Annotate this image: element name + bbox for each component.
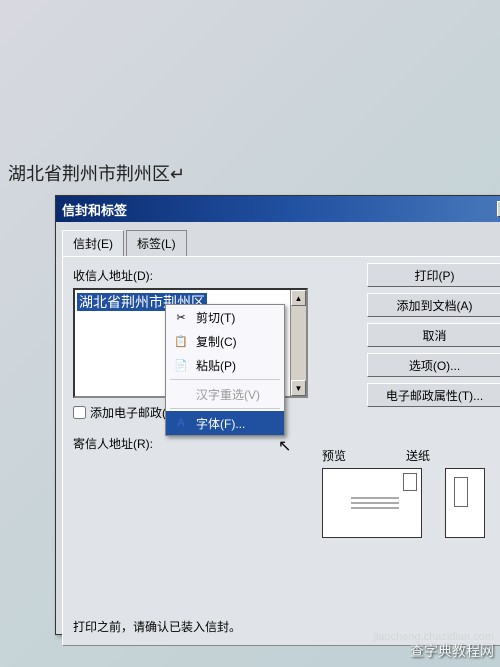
menu-font-label: 字体(F)... xyxy=(196,415,245,432)
postal-properties-button[interactable]: 电子邮政属性(T)... xyxy=(367,383,500,407)
dialog-titlebar[interactable]: 信封和标签 × xyxy=(56,196,500,222)
tabs: 信封(E) 标签(L) xyxy=(62,230,500,256)
menu-reconvert: 汉字重选(V) xyxy=(166,382,284,406)
reconvert-icon xyxy=(172,386,190,402)
cancel-button[interactable]: 取消 xyxy=(367,323,500,347)
cut-icon: ✂ xyxy=(172,309,190,325)
envelope-preview[interactable] xyxy=(322,468,422,538)
scroll-up-icon[interactable]: ▲ xyxy=(291,290,306,306)
paste-icon: 📄 xyxy=(172,357,190,373)
tab-envelope[interactable]: 信封(E) xyxy=(62,230,124,256)
desktop-screen: 湖北省荆州市荆州区↵ 信封和标签 × 信封(E) 标签(L) 收信人地址(D):… xyxy=(0,0,500,667)
menu-cut[interactable]: ✂ 剪切(T) xyxy=(166,305,284,329)
watermark-text: 查字典教程网 xyxy=(410,641,494,661)
feed-label: 送纸 xyxy=(406,447,430,464)
options-button[interactable]: 选项(O)... xyxy=(367,353,500,377)
menu-font[interactable]: A 字体(F)... xyxy=(166,411,284,435)
menu-copy-label: 复制(C) xyxy=(196,333,237,350)
email-checkbox[interactable] xyxy=(73,406,86,419)
document-area: 湖北省荆州市荆州区↵ xyxy=(0,40,500,186)
font-icon: A xyxy=(172,415,190,431)
menu-cut-label: 剪切(T) xyxy=(196,309,235,326)
add-to-document-button[interactable]: 添加到文档(A) xyxy=(367,293,500,317)
menu-paste[interactable]: 📄 粘贴(P) xyxy=(166,353,284,377)
dialog-title: 信封和标签 xyxy=(62,200,497,219)
feed-icon xyxy=(454,477,468,507)
print-button[interactable]: 打印(P) xyxy=(367,263,500,287)
tab-labels[interactable]: 标签(L) xyxy=(126,230,187,256)
context-menu: ✂ 剪切(T) 📋 复制(C) 📄 粘贴(P) 汉字重选(V) A 字体(F).… xyxy=(165,304,285,436)
button-column: 打印(P) 添加到文档(A) 取消 选项(O)... 电子邮政属性(T)... xyxy=(367,263,500,413)
preview-area: 预览 送纸 xyxy=(322,447,500,541)
menu-paste-label: 粘贴(P) xyxy=(196,357,236,374)
preview-label: 预览 xyxy=(322,447,346,464)
stamp-icon xyxy=(403,473,417,491)
document-text: 湖北省荆州市荆州区↵ xyxy=(8,164,185,184)
menu-reconvert-label: 汉字重选(V) xyxy=(196,386,260,403)
preview-lines xyxy=(351,497,399,512)
menu-copy[interactable]: 📋 复制(C) xyxy=(166,329,284,353)
menu-separator xyxy=(170,408,280,409)
print-hint: 打印之前，请确认已装入信封。 xyxy=(73,618,241,635)
feed-preview[interactable] xyxy=(445,468,485,538)
scroll-down-icon[interactable]: ▼ xyxy=(291,380,306,396)
copy-icon: 📋 xyxy=(172,333,190,349)
scrollbar[interactable]: ▲ ▼ xyxy=(290,290,306,396)
menu-separator xyxy=(170,379,280,380)
